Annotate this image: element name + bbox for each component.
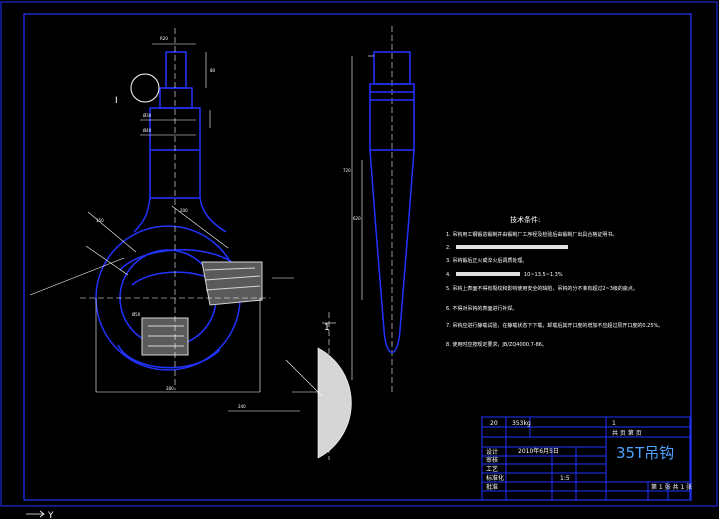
- tb-material-row: 共 页 第 页: [612, 429, 642, 437]
- side-dim-total: 720: [343, 168, 351, 173]
- tb-role-2: 审核: [486, 456, 498, 464]
- svg-text:Ø50: Ø50: [132, 312, 141, 317]
- tech-req-item-7: 7. 吊钩应进行静载试验，在静载状态下下载，卸载后其开口度的增加不应超过原开口度…: [446, 322, 663, 329]
- svg-text:150: 150: [96, 218, 104, 223]
- tech-req-item-6: 6. 不得对吊钩的表面进行补焊。: [446, 305, 517, 312]
- tb-date: 2010年6月5日: [518, 447, 559, 455]
- tb-weight: 353kg: [512, 420, 531, 427]
- tech-req-item-2-fill: [456, 245, 568, 249]
- tb-drawing-name: 35T吊钩: [616, 444, 674, 462]
- tech-req-item-4-tail: 10~13.5~1.3%: [524, 272, 563, 278]
- cad-drawing-canvas[interactable]: I R20 80 Ø30 Ø40 150 200 280 Ø50 720 620…: [0, 0, 719, 519]
- tb-role-4: 标准化: [486, 474, 504, 482]
- tech-req-item-4-fill: [456, 272, 520, 276]
- section-marker: 1: [324, 323, 330, 333]
- tb-role-5: 批准: [486, 483, 498, 491]
- tech-req-item-5: 5. 吊钩上表面不得有裂纹和影响使用安全的缺陷，吊钩的分不准有超过2~3级的疵点…: [446, 285, 638, 292]
- svg-text:Ø30: Ø30: [143, 113, 152, 118]
- tb-sheet-no: 1: [612, 420, 616, 427]
- ucs-icon: [26, 510, 45, 518]
- sheet-outer-frame: [0, 1, 718, 507]
- ucs-label: Y: [47, 511, 54, 519]
- tech-req-item-4: 4.: [446, 272, 451, 278]
- tb-scale: 1:5: [560, 475, 570, 482]
- tb-sheet-label: 第 1 张 共 1 张: [651, 483, 692, 491]
- side-dim-mid: 620: [353, 216, 361, 221]
- tech-req-item-8: 8. 使用时应按规定要求，JB/ZQ4000.7-86。: [446, 341, 547, 348]
- tech-req-title: 技术条件:: [510, 215, 540, 224]
- tb-role-3: 工艺: [486, 465, 498, 473]
- technical-requirements: 技术条件: 1. 吊钩用工钢锻造锻制并由锻制厂工序经及检验后由锻制厂出具合格证明…: [446, 215, 663, 348]
- tb-role-1: 设计: [486, 448, 498, 456]
- tech-req-item-3: 3. 吊钩锻后正火或淬火后调质处理。: [446, 257, 527, 264]
- svg-text:R20: R20: [160, 36, 168, 41]
- tech-req-item-2: 2.: [446, 245, 451, 251]
- detail-marker-label: I: [115, 96, 118, 106]
- svg-text:80: 80: [210, 68, 216, 73]
- section-label: 240: [238, 404, 246, 409]
- tb-quantity: 20: [490, 420, 498, 427]
- svg-text:200: 200: [180, 208, 188, 213]
- section-view: [228, 322, 352, 459]
- svg-text:Ø40: Ø40: [143, 128, 152, 133]
- svg-text:280: 280: [166, 386, 174, 391]
- detail-circle-i: [130, 73, 160, 103]
- tech-req-item-1: 1. 吊钩用工钢锻造锻制并由锻制厂工序经及检验后由锻制厂出具合格证明书。: [446, 231, 617, 238]
